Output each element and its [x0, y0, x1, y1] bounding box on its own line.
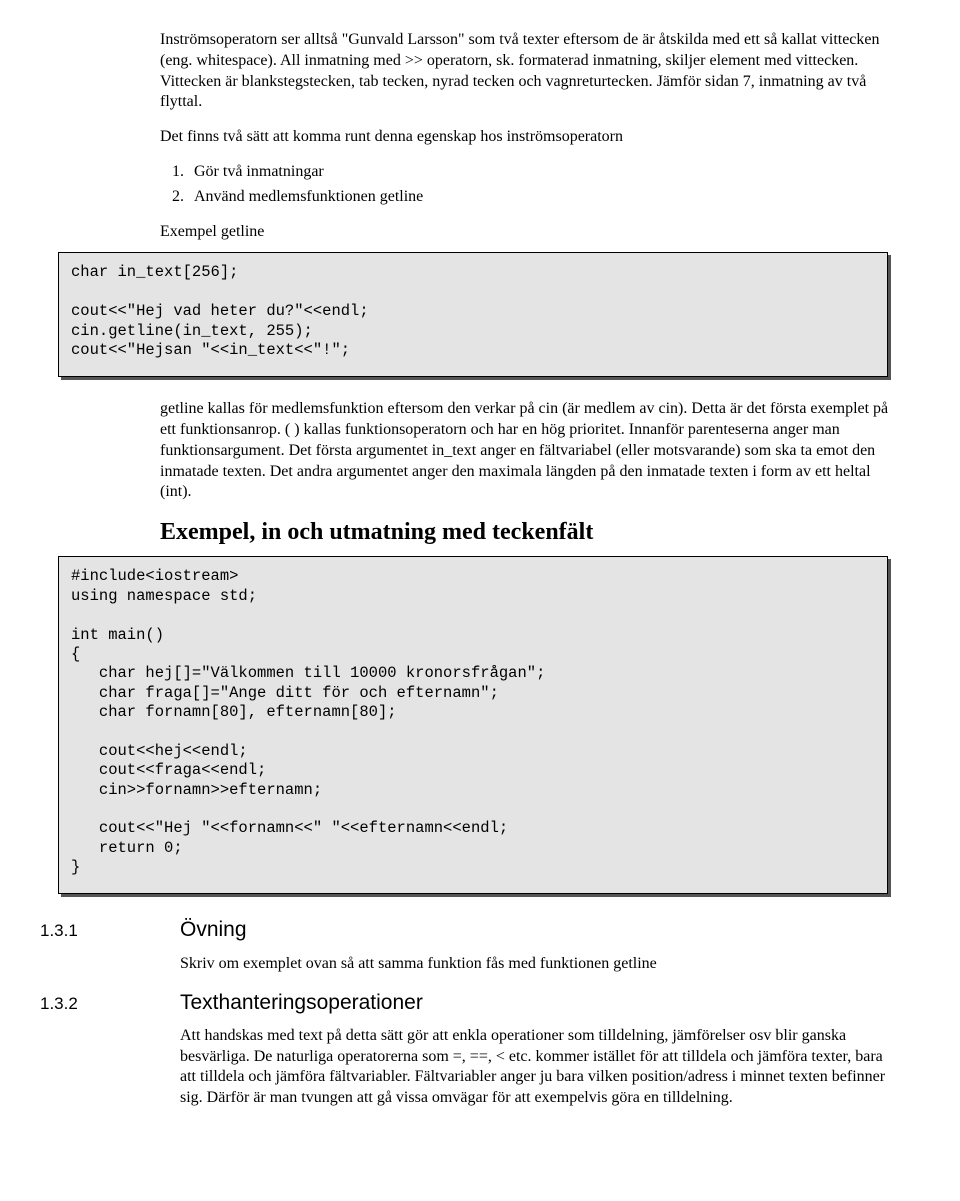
heading-title: Övning [180, 916, 247, 943]
heading-number: 1.3.2 [40, 993, 180, 1015]
heading-number: 1.3.1 [40, 920, 180, 942]
example-label-getline: Exempel getline [160, 222, 890, 243]
paragraph-getline-desc: getline kallas för medlemsfunktion efter… [160, 399, 890, 503]
paragraph-texthandling: Att handskas med text på detta sätt gör … [180, 1026, 890, 1109]
heading-title: Texthanteringsoperationer [180, 989, 423, 1016]
numbered-list: Gör två inmatningar Använd medlemsfunkti… [160, 162, 890, 208]
code-block-getline: char in_text[256]; cout<<"Hej vad heter … [58, 252, 888, 377]
paragraph-intro: Inströmsoperatorn ser alltså "Gunvald La… [160, 30, 890, 113]
list-item: Gör två inmatningar [188, 162, 890, 183]
heading-1-3-2: 1.3.2 Texthanteringsoperationer [40, 989, 920, 1016]
code-block-example-io: #include<iostream> using namespace std; … [58, 556, 888, 894]
heading-1-3-1: 1.3.1 Övning [40, 916, 920, 943]
list-item: Använd medlemsfunktionen getline [188, 187, 890, 208]
paragraph-exercise: Skriv om exemplet ovan så att samma funk… [180, 954, 890, 975]
paragraph-two-ways: Det finns två sätt att komma runt denna … [160, 127, 890, 148]
heading-example-io: Exempel, in och utmatning med teckenfält [160, 517, 890, 548]
